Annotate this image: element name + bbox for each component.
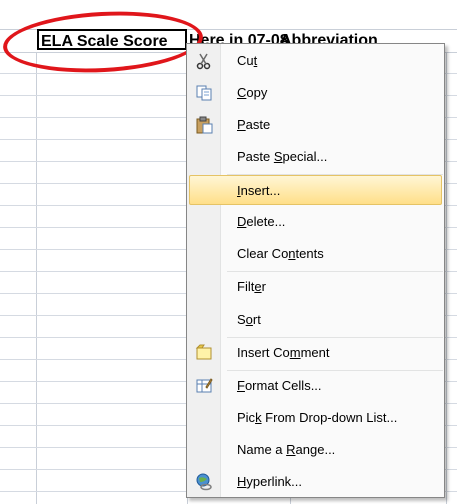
menu-item-sort[interactable]: Sort	[189, 305, 442, 335]
menu-item-paste-special[interactable]: Paste Special...	[189, 142, 442, 172]
menu-item-filter[interactable]: Filter	[189, 272, 442, 302]
menu-item-label: Paste	[237, 117, 271, 132]
menu-item-label: Format Cells...	[237, 378, 322, 393]
menu-item-label: Filter	[237, 279, 266, 294]
column-divider	[36, 29, 37, 504]
column-divider	[446, 29, 447, 504]
menu-item-label: Copy	[237, 85, 268, 100]
menu-item-label: Delete...	[237, 214, 286, 229]
menu-item-label: Cut	[237, 53, 258, 68]
menu-item-format-cells[interactable]: Format Cells...	[189, 371, 442, 401]
menu-item-label: Hyperlink...	[237, 474, 303, 489]
menu-item-label: Insert...	[237, 183, 281, 198]
menu-item-insert-comment[interactable]: Insert Comment	[189, 338, 442, 368]
menu-item-label: Name a Range...	[237, 442, 336, 457]
menu-item-copy[interactable]: Copy	[189, 78, 442, 108]
menu-item-hyperlink[interactable]: Hyperlink...	[189, 467, 442, 497]
menu-item-label: Pick From Drop-down List...	[237, 410, 398, 425]
menu-item-pick-from-list[interactable]: Pick From Drop-down List...	[189, 403, 442, 433]
hyperlink-icon	[195, 473, 213, 491]
context-menu: Cut Copy Paste Paste Special... Insert..…	[186, 43, 445, 498]
comment-icon	[195, 344, 213, 362]
menu-item-clear-contents[interactable]: Clear Contents	[189, 239, 442, 269]
menu-item-name-a-range[interactable]: Name a Range...	[189, 435, 442, 465]
paste-icon	[195, 116, 213, 134]
menu-item-cut[interactable]: Cut	[189, 46, 442, 76]
menu-item-label: Sort	[237, 312, 261, 327]
scissors-icon	[195, 52, 213, 70]
copy-icon	[195, 84, 213, 102]
menu-item-label: Insert Comment	[237, 345, 330, 360]
format-cells-icon	[195, 377, 213, 395]
menu-item-label: Paste Special...	[237, 149, 328, 164]
menu-item-insert[interactable]: Insert...	[189, 175, 442, 205]
menu-item-delete[interactable]: Delete...	[189, 207, 442, 237]
menu-item-label: Clear Contents	[237, 246, 324, 261]
menu-item-paste[interactable]: Paste	[189, 110, 442, 140]
